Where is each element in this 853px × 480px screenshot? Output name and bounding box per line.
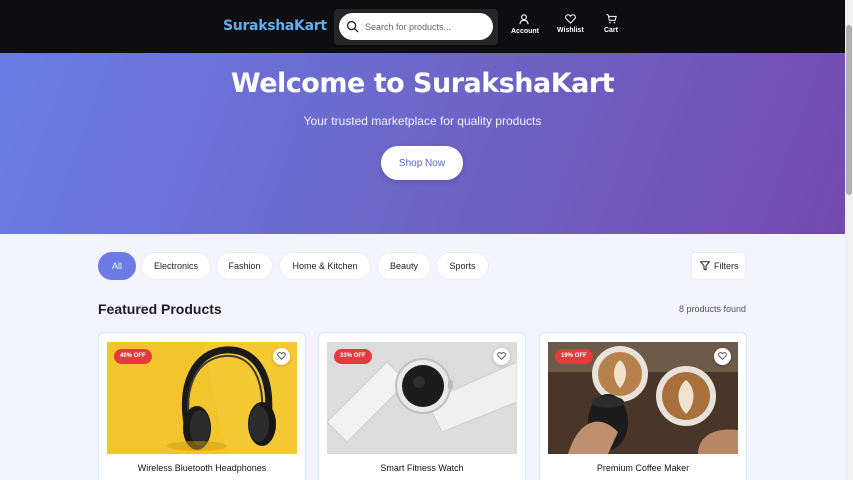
product-card[interactable]: 33% OFF Smart Fitness Watch (318, 332, 526, 480)
category-chip-fashion[interactable]: Fashion (216, 252, 273, 280)
top-header: SurakshaKart Account Wishlist Cart (0, 0, 845, 53)
heart-icon (277, 352, 286, 360)
filters-button[interactable]: Filters (691, 252, 746, 280)
product-card[interactable]: 40% OFF Wireless Bluetooth Headphones (98, 332, 306, 480)
wishlist-toggle[interactable] (714, 348, 731, 365)
nav-account[interactable]: Account (511, 14, 539, 35)
nav-account-label: Account (511, 28, 539, 35)
search-input[interactable] (365, 13, 487, 40)
cart-icon (606, 14, 617, 24)
nav-cart-label: Cart (603, 27, 618, 34)
category-chip-home-kitchen[interactable]: Home & Kitchen (279, 252, 371, 280)
discount-badge: 40% OFF (114, 349, 152, 364)
search-icon (346, 20, 359, 33)
nav-wishlist[interactable]: Wishlist (557, 14, 584, 34)
category-chip-beauty[interactable]: Beauty (377, 252, 431, 280)
product-image-headphones[interactable]: 40% OFF (107, 342, 297, 454)
section-title: Featured Products (98, 301, 222, 317)
product-name[interactable]: Smart Fitness Watch (319, 463, 525, 473)
category-chip-sports[interactable]: Sports (436, 252, 489, 280)
scrollbar-thumb[interactable] (846, 25, 852, 195)
nav-wishlist-label: Wishlist (557, 27, 584, 34)
heart-icon (718, 352, 727, 360)
category-chip-electronics[interactable]: Electronics (141, 252, 211, 280)
product-name[interactable]: Premium Coffee Maker (540, 463, 746, 473)
wishlist-toggle[interactable] (273, 348, 290, 365)
filters-label: Filters (714, 261, 739, 271)
hero-banner: Welcome to SurakshaKart Your trusted mar… (0, 53, 845, 234)
site-logo[interactable]: SurakshaKart (223, 18, 327, 34)
product-image-watch[interactable]: 33% OFF (327, 342, 517, 454)
filter-icon (700, 261, 710, 271)
product-card[interactable]: 19% OFF Premium Coffee Maker (539, 332, 747, 480)
search-container (334, 9, 498, 45)
product-count: 8 products found (678, 304, 746, 314)
user-icon (519, 14, 529, 25)
page-scrollbar[interactable] (845, 0, 853, 480)
wishlist-toggle[interactable] (493, 348, 510, 365)
heart-icon (564, 14, 576, 24)
category-chip-all[interactable]: All (98, 252, 136, 280)
discount-badge: 33% OFF (334, 349, 372, 364)
hero-title: Welcome to SurakshaKart (230, 68, 615, 99)
product-name[interactable]: Wireless Bluetooth Headphones (99, 463, 305, 473)
hero-subtitle: Your trusted marketplace for quality pro… (303, 114, 542, 128)
nav-cart[interactable]: Cart (602, 14, 620, 34)
shop-now-button[interactable]: Shop Now (381, 146, 463, 180)
search-box[interactable] (339, 13, 493, 40)
product-image-coffee[interactable]: 19% OFF (548, 342, 738, 454)
discount-badge: 19% OFF (555, 349, 593, 364)
heart-icon (497, 352, 506, 360)
